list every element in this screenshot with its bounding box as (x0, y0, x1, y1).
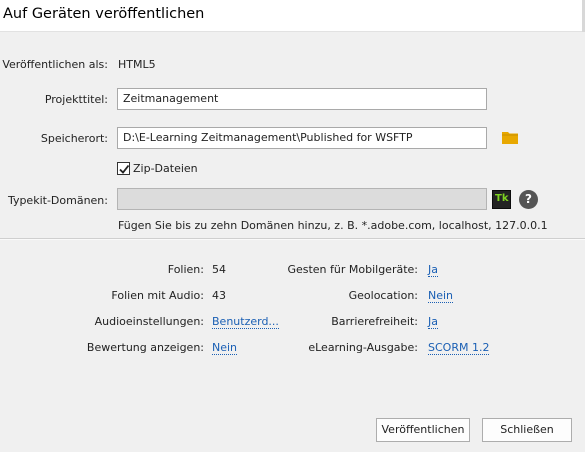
elearning-output-link[interactable]: SCORM 1.2 (428, 341, 490, 355)
show-rating-link[interactable]: Nein (212, 341, 238, 355)
accessibility-link[interactable]: Ja (428, 315, 438, 329)
typekit-hint: Fügen Sie bis zu zehn Domänen hinzu, z. … (118, 219, 548, 232)
audio-settings-label: Audioeinstellungen: (94, 315, 204, 328)
help-icon[interactable]: ? (519, 190, 538, 209)
publish-as-value: HTML5 (118, 58, 156, 71)
show-rating-label: Bewertung anzeigen: (86, 341, 204, 354)
location-input[interactable]: D:\E-Learning Zeitmanagement\Published f… (117, 127, 487, 149)
zip-checkbox[interactable] (117, 162, 130, 175)
dialog-title: Auf Geräten veröffentlichen (3, 6, 205, 22)
gestures-label: Gesten für Mobilgeräte: (287, 263, 418, 276)
typekit-input[interactable] (117, 188, 487, 210)
project-title-label: Projekttitel: (44, 93, 108, 106)
divider-highlight (0, 239, 585, 240)
slides-label: Folien: (167, 263, 204, 276)
checkmark-icon (119, 164, 130, 174)
publish-as-label: Veröffentlichen als: (2, 58, 108, 71)
gestures-link[interactable]: Ja (428, 263, 438, 277)
zip-label: Zip-Dateien (133, 162, 198, 175)
elearning-output-label: eLearning-Ausgabe: (308, 341, 418, 354)
close-button[interactable]: Schließen (482, 418, 572, 442)
typekit-label: Typekit-Domänen: (7, 194, 108, 207)
location-label: Speicherort: (40, 132, 108, 145)
slides-audio-label: Folien mit Audio: (111, 289, 204, 302)
publish-button[interactable]: Veröffentlichen (376, 418, 470, 442)
title-bar: Auf Geräten veröffentlichen (0, 0, 585, 32)
accessibility-label: Barrierefreiheit: (331, 315, 418, 328)
typekit-icon[interactable]: Tk (492, 190, 511, 209)
project-title-input[interactable]: Zeitmanagement (117, 88, 487, 110)
geolocation-label: Geolocation: (348, 289, 418, 302)
typekit-icon-text: Tk (495, 193, 509, 204)
geolocation-link[interactable]: Nein (428, 289, 454, 303)
slides-value: 54 (212, 263, 226, 276)
folder-icon[interactable] (502, 130, 518, 144)
slides-audio-value: 43 (212, 289, 226, 302)
